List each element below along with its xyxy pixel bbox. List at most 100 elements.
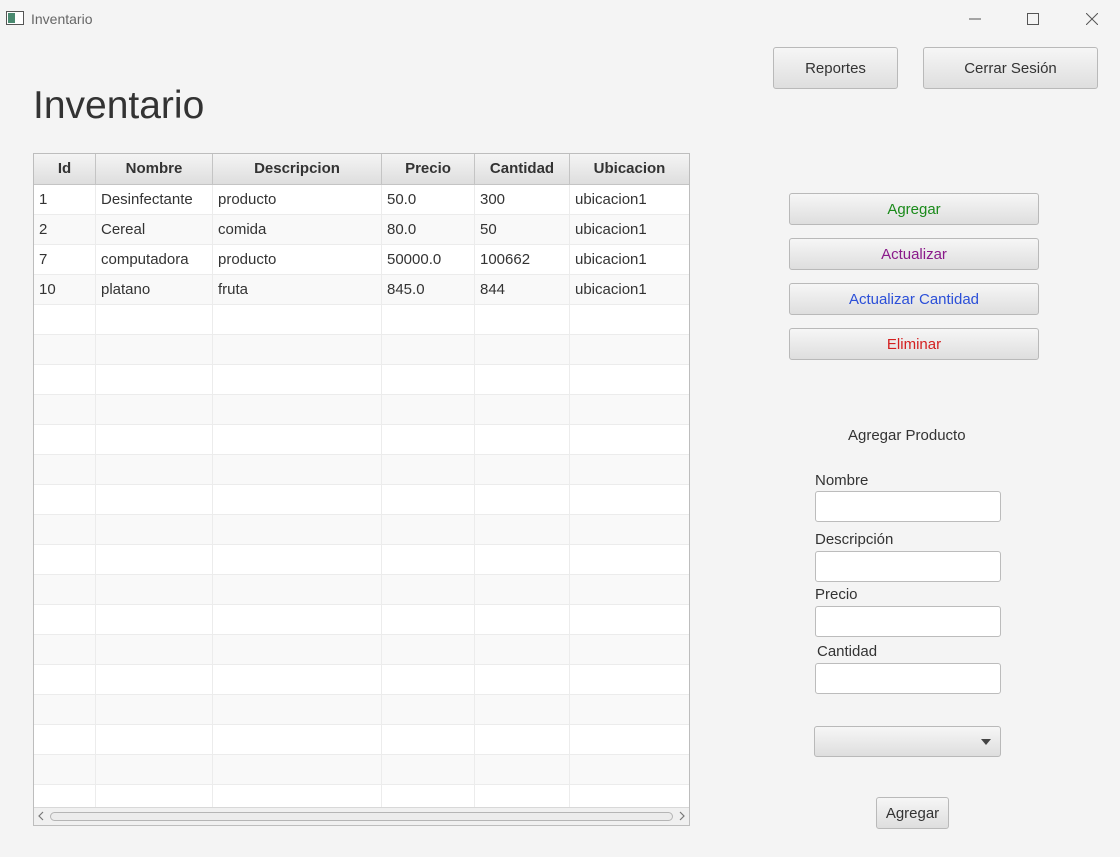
nombre-input[interactable]	[815, 491, 1001, 522]
close-button[interactable]	[1072, 4, 1112, 34]
submit-product-button[interactable]: Agregar	[876, 797, 949, 829]
cell-descripcion	[213, 575, 382, 605]
cell-cantidad: 50	[475, 215, 570, 245]
column-header-ubicacion[interactable]: Ubicacion	[570, 154, 689, 184]
cell-precio	[382, 635, 475, 665]
cell-id	[34, 515, 96, 545]
cell-nombre: Cereal	[96, 215, 213, 245]
form-title: Agregar Producto	[848, 427, 966, 444]
cell-descripcion: producto	[213, 245, 382, 275]
cell-cantidad: 844	[475, 275, 570, 305]
empty-table-row[interactable]	[34, 755, 689, 785]
cell-cantidad	[475, 395, 570, 425]
empty-table-row[interactable]	[34, 695, 689, 725]
cell-ubicacion	[570, 515, 689, 545]
empty-table-row[interactable]	[34, 365, 689, 395]
empty-table-row[interactable]	[34, 455, 689, 485]
empty-table-row[interactable]	[34, 335, 689, 365]
table-row[interactable]: 10 platano fruta 845.0 844 ubicacion1	[34, 275, 689, 305]
cell-id	[34, 305, 96, 335]
cell-nombre	[96, 425, 213, 455]
horizontal-scrollbar[interactable]	[34, 807, 689, 825]
cell-descripcion	[213, 635, 382, 665]
table-row[interactable]: 2 Cereal comida 80.0 50 ubicacion1	[34, 215, 689, 245]
cell-nombre	[96, 755, 213, 785]
cell-cantidad	[475, 335, 570, 365]
empty-table-row[interactable]	[34, 605, 689, 635]
delete-button[interactable]: Eliminar	[789, 328, 1039, 360]
cell-descripcion: fruta	[213, 275, 382, 305]
cell-ubicacion: ubicacion1	[575, 191, 647, 208]
close-icon	[1086, 13, 1098, 25]
cell-cantidad	[475, 695, 570, 725]
add-button[interactable]: Agregar	[789, 193, 1039, 225]
scrollbar-thumb[interactable]	[50, 812, 673, 821]
cell-cantidad	[475, 575, 570, 605]
cell-nombre	[96, 365, 213, 395]
cell-id	[34, 455, 96, 485]
descripcion-label: Descripción	[815, 531, 894, 548]
empty-table-row[interactable]	[34, 635, 689, 665]
cell-descripcion	[213, 695, 382, 725]
cell-precio: 845.0	[382, 275, 475, 305]
empty-table-row[interactable]	[34, 485, 689, 515]
cell-ubicacion: ubicacion1	[575, 221, 647, 238]
cell-precio	[382, 695, 475, 725]
cell-nombre: Desinfectante	[96, 185, 213, 215]
cell-precio	[382, 515, 475, 545]
column-header-descripcion[interactable]: Descripcion	[213, 154, 382, 184]
inventory-table[interactable]: Id Nombre Descripcion Precio Cantidad Ub…	[33, 153, 690, 826]
maximize-button[interactable]	[1013, 4, 1053, 34]
reports-button[interactable]: Reportes	[773, 47, 898, 89]
cell-precio	[382, 395, 475, 425]
cell-ubicacion	[570, 365, 689, 395]
descripcion-input[interactable]	[815, 551, 1001, 582]
chevron-down-icon	[981, 739, 991, 745]
update-button[interactable]: Actualizar	[789, 238, 1039, 270]
cell-cantidad	[475, 485, 570, 515]
empty-table-row[interactable]	[34, 575, 689, 605]
cell-id	[34, 395, 96, 425]
location-combobox[interactable]	[814, 726, 1001, 757]
column-header-precio[interactable]: Precio	[382, 154, 475, 184]
cell-cantidad	[475, 725, 570, 755]
app-window-icon	[6, 11, 24, 25]
update-quantity-button[interactable]: Actualizar Cantidad	[789, 283, 1039, 315]
cell-nombre	[96, 545, 213, 575]
cell-id: 1	[34, 185, 96, 215]
cell-nombre	[96, 455, 213, 485]
cell-precio: 50000.0	[382, 245, 475, 275]
cell-nombre	[96, 395, 213, 425]
cell-cantidad	[475, 305, 570, 335]
cell-nombre	[96, 575, 213, 605]
empty-table-row[interactable]	[34, 545, 689, 575]
column-header-cantidad[interactable]: Cantidad	[475, 154, 570, 184]
table-row[interactable]: 7 computadora producto 50000.0 100662 ubicaci…	[34, 245, 689, 275]
empty-table-row[interactable]	[34, 425, 689, 455]
cell-ubicacion	[570, 395, 689, 425]
cell-ubicacion	[570, 545, 689, 575]
precio-input[interactable]	[815, 606, 1001, 637]
logout-button[interactable]: Cerrar Sesión	[923, 47, 1098, 89]
empty-table-row[interactable]	[34, 665, 689, 695]
column-header-nombre[interactable]: Nombre	[96, 154, 213, 184]
cantidad-input[interactable]	[815, 663, 1001, 694]
empty-table-row[interactable]	[34, 305, 689, 335]
cell-id	[34, 695, 96, 725]
scroll-left-icon[interactable]	[37, 811, 45, 821]
column-header-id[interactable]: Id	[34, 154, 96, 184]
cell-cantidad	[475, 665, 570, 695]
cell-id	[34, 485, 96, 515]
scroll-right-icon[interactable]	[678, 811, 686, 821]
empty-table-row[interactable]	[34, 725, 689, 755]
empty-table-row[interactable]	[34, 515, 689, 545]
minimize-button[interactable]	[955, 4, 995, 34]
cell-id	[34, 635, 96, 665]
cell-id	[34, 665, 96, 695]
nombre-label: Nombre	[815, 472, 869, 489]
table-row[interactable]: 1 Desinfectante producto 50.0 300 ubicacion1	[34, 185, 689, 215]
empty-table-row[interactable]	[34, 395, 689, 425]
cell-descripcion	[213, 425, 382, 455]
cell-descripcion	[213, 515, 382, 545]
cell-nombre	[96, 305, 213, 335]
